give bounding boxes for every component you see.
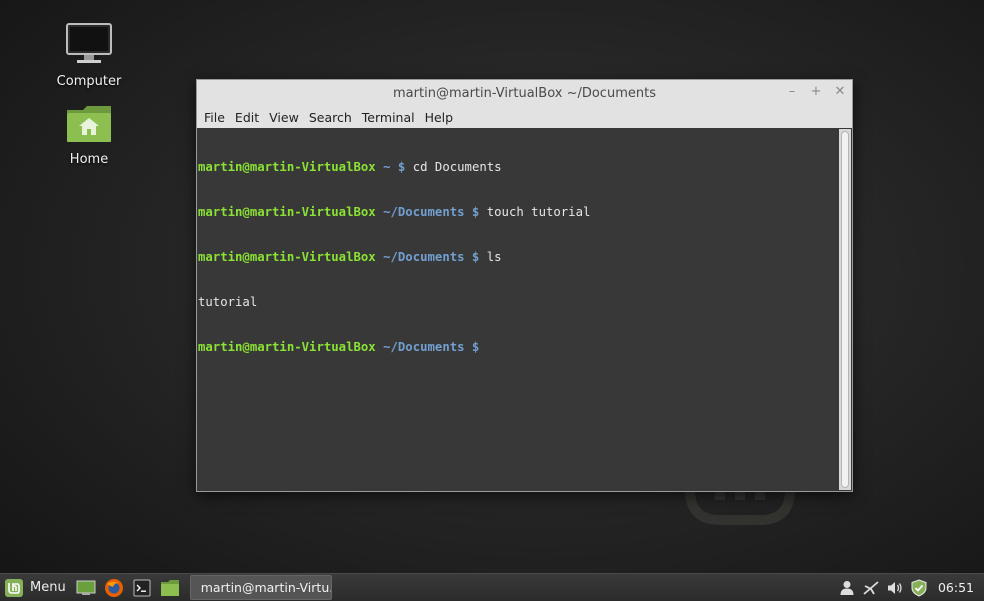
firefox-icon[interactable] [103,577,125,599]
minimize-button[interactable]: – [786,84,798,100]
menu-label: Menu [30,580,66,595]
desktop-icon-label: Home [69,152,109,167]
terminal-line: martin@martin-VirtualBox ~/Documents $ t… [198,205,591,219]
user-icon[interactable] [838,579,856,597]
terminal-icon[interactable] [131,577,153,599]
terminal-line: tutorial [198,295,258,309]
taskbar-window-button[interactable]: martin@martin-Virtu... [189,575,332,600]
terminal-output[interactable]: martin@martin-VirtualBox ~ $ cd Document… [198,129,838,490]
menu-edit[interactable]: Edit [230,110,264,125]
terminal-window: martin@martin-VirtualBox ~/Documents – +… [196,79,853,492]
terminal-line: martin@martin-VirtualBox ~/Documents $ [198,340,487,354]
scrollbar-thumb[interactable] [841,131,849,488]
menu-button[interactable]: Menu [0,574,72,601]
show-desktop-icon[interactable] [75,577,97,599]
network-icon[interactable] [862,579,880,597]
maximize-button[interactable]: + [810,84,822,100]
mint-menu-icon [5,578,23,597]
system-tray: 06:51 [838,578,984,597]
terminal-scrollbar[interactable] [839,129,851,490]
terminal-line: martin@martin-VirtualBox ~ $ cd Document… [198,160,502,174]
menu-search[interactable]: Search [304,110,357,125]
update-shield-icon[interactable] [910,578,928,597]
close-button[interactable]: ✕ [834,84,846,100]
desktop-icon-computer[interactable]: Computer [39,22,139,89]
files-icon[interactable] [159,577,181,599]
clock[interactable]: 06:51 [938,580,974,595]
taskbar-window-label: martin@martin-Virtu... [200,580,332,595]
volume-icon[interactable] [886,579,904,597]
menu-file[interactable]: File [199,110,230,125]
taskbar: Menu martin@martin-Virtu... 06:51 [0,573,984,601]
desktop-icon-label: Computer [56,74,122,89]
terminal-line: martin@martin-VirtualBox ~/Documents $ l… [198,250,502,264]
desktop-icon-home[interactable]: Home [39,104,139,167]
window-title: martin@martin-VirtualBox ~/Documents [393,86,656,101]
menu-terminal[interactable]: Terminal [357,110,420,125]
window-titlebar[interactable]: martin@martin-VirtualBox ~/Documents – +… [197,80,852,106]
computer-icon [66,23,112,63]
terminal-area: martin@martin-VirtualBox ~ $ cd Document… [197,128,852,491]
menu-bar: File Edit View Search Terminal Help [197,106,852,128]
menu-help[interactable]: Help [420,110,459,125]
menu-view[interactable]: View [264,110,304,125]
home-folder-icon [67,106,111,142]
